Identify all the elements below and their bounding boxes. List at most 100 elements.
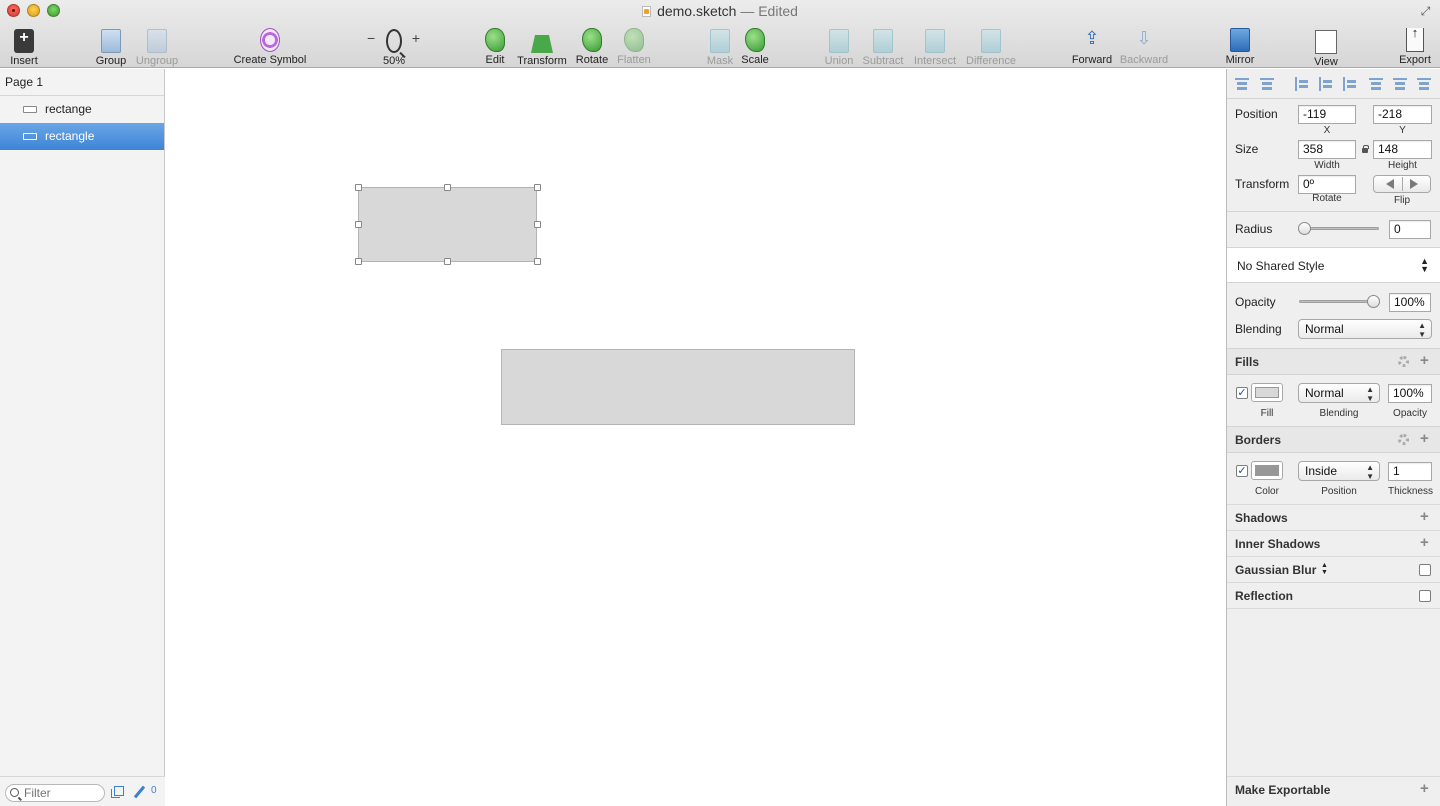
scale-button[interactable]: Scale — [740, 26, 770, 66]
union-button[interactable]: Union — [822, 26, 856, 67]
mask-button[interactable]: Mask — [704, 26, 736, 67]
add-inner-shadow-icon[interactable]: + — [1420, 535, 1429, 550]
radius-field[interactable]: 0 — [1389, 220, 1431, 239]
distribute-vertical-icon[interactable] — [1260, 77, 1274, 91]
create-symbol-button[interactable]: Create Symbol — [232, 26, 308, 66]
position-y-field[interactable]: -218 — [1373, 105, 1432, 124]
width-field[interactable]: 358 — [1298, 140, 1356, 159]
align-bottom-icon[interactable] — [1417, 77, 1431, 91]
align-right-icon[interactable] — [1343, 77, 1357, 91]
lock-icon[interactable] — [1362, 145, 1369, 153]
flip-horizontal-icon[interactable] — [1386, 179, 1394, 189]
resize-handle[interactable] — [355, 221, 362, 228]
layers-sidebar: Page 1 rectange rectangle 0 — [0, 69, 165, 806]
flatten-button[interactable]: Flatten — [614, 26, 654, 66]
resize-handle[interactable] — [444, 258, 451, 265]
border-thickness-label: Thickness — [1388, 486, 1434, 497]
transform-button[interactable]: Transform — [514, 26, 570, 67]
distribute-horizontal-icon[interactable] — [1235, 77, 1249, 91]
rotate-button[interactable]: Rotate — [574, 26, 610, 66]
gear-icon[interactable] — [1398, 434, 1409, 445]
canvas[interactable] — [165, 69, 1226, 806]
position-x-field[interactable]: -119 — [1298, 105, 1356, 124]
symbol-icon — [260, 28, 280, 52]
export-button[interactable]: ↑ Export — [1396, 26, 1434, 66]
border-thickness-field[interactable]: 1 — [1388, 462, 1432, 481]
zoom-out-button[interactable]: − — [367, 30, 375, 46]
gear-icon[interactable] — [1398, 356, 1409, 367]
add-export-icon[interactable]: + — [1420, 781, 1429, 796]
layer-item-selected[interactable]: rectangle — [0, 123, 164, 150]
magnifier-icon — [386, 29, 402, 53]
align-center-icon[interactable] — [1319, 77, 1333, 91]
border-enabled-checkbox[interactable]: ✓ — [1236, 465, 1248, 477]
width-label: Width — [1314, 160, 1340, 171]
group-button[interactable]: Group — [92, 26, 130, 67]
border-color-swatch[interactable] — [1251, 461, 1283, 480]
align-middle-icon[interactable] — [1393, 77, 1407, 91]
resize-handle[interactable] — [355, 184, 362, 191]
align-top-icon[interactable] — [1369, 77, 1383, 91]
duplicate-icon[interactable] — [111, 786, 124, 798]
send-backward-icon: ⇩ — [1136, 28, 1152, 48]
mirror-button[interactable]: Mirror — [1222, 26, 1258, 66]
scale-icon — [745, 28, 765, 52]
shared-style-selector[interactable]: No Shared Style ▲ ▼ — [1227, 247, 1440, 283]
pen-icon[interactable] — [133, 785, 146, 799]
add-fill-icon[interactable]: + — [1420, 353, 1429, 368]
view-button[interactable]: View — [1308, 26, 1344, 68]
ungroup-button[interactable]: Ungroup — [134, 26, 180, 67]
resize-handle[interactable] — [444, 184, 451, 191]
selected-rectangle[interactable] — [358, 187, 537, 262]
make-exportable-title[interactable]: Make Exportable — [1235, 783, 1330, 797]
subtract-button[interactable]: Subtract — [860, 26, 906, 67]
height-field[interactable]: 148 — [1373, 140, 1432, 159]
reflection-checkbox[interactable] — [1419, 590, 1431, 602]
chevron-updown-icon: ▲ ▼ — [1418, 321, 1426, 339]
blending-select[interactable]: Normal ▲ ▼ — [1298, 319, 1432, 339]
opacity-slider-knob[interactable] — [1367, 295, 1380, 308]
insert-button[interactable]: + Insert — [6, 26, 42, 67]
page-selector[interactable]: Page 1 — [0, 69, 164, 96]
rotate-field[interactable]: 0º — [1298, 175, 1356, 194]
transform-label: Transform — [1235, 177, 1290, 191]
fill-enabled-checkbox[interactable]: ✓ — [1236, 387, 1248, 399]
opacity-field[interactable]: 100% — [1389, 293, 1431, 312]
edit-button[interactable]: Edit — [480, 26, 510, 66]
intersect-button[interactable]: Intersect — [910, 26, 960, 67]
radius-slider-knob[interactable] — [1298, 222, 1311, 235]
size-label: Size — [1235, 142, 1259, 156]
group-icon — [101, 29, 121, 53]
add-border-icon[interactable]: + — [1420, 431, 1429, 446]
resize-handle[interactable] — [534, 221, 541, 228]
gaussian-blur-title[interactable]: Gaussian Blur — [1235, 563, 1316, 577]
opacity-slider-track[interactable] — [1299, 300, 1377, 303]
gaussian-blur-checkbox[interactable] — [1419, 564, 1431, 576]
align-left-icon[interactable] — [1295, 77, 1309, 91]
border-position-select[interactable]: Inside ▲ ▼ — [1298, 461, 1380, 481]
flip-vertical-icon[interactable] — [1410, 179, 1418, 189]
radius-slider-track[interactable] — [1299, 227, 1379, 230]
subtract-icon — [873, 29, 893, 53]
difference-button[interactable]: Difference — [964, 26, 1018, 67]
resize-handle[interactable] — [534, 184, 541, 191]
layer-item[interactable]: rectange — [0, 96, 164, 123]
flip-label: Flip — [1393, 195, 1411, 206]
resize-handle[interactable] — [534, 258, 541, 265]
reflection-title: Reflection — [1235, 589, 1294, 603]
zoom-in-button[interactable]: + — [412, 30, 420, 46]
resize-handle[interactable] — [355, 258, 362, 265]
rectangle-shape[interactable] — [501, 349, 855, 425]
chevron-updown-icon: ▲ ▼ — [1420, 256, 1429, 274]
fullscreen-icon[interactable]: ⤢ — [1419, 5, 1432, 18]
fill-blending-select[interactable]: Normal ▲ ▼ — [1298, 383, 1380, 403]
forward-button[interactable]: ⇪ Forward — [1070, 26, 1114, 66]
backward-button[interactable]: ⇩ Backward — [1118, 26, 1170, 66]
sketch-document-icon — [642, 6, 652, 17]
fill-blending-label: Blending — [1319, 408, 1359, 419]
chevron-updown-icon[interactable]: ▲ ▼ — [1321, 562, 1328, 576]
fill-color-swatch[interactable] — [1251, 383, 1283, 402]
zoom-control[interactable]: − + 50% — [364, 26, 424, 67]
add-shadow-icon[interactable]: + — [1420, 509, 1429, 524]
fill-opacity-field[interactable]: 100% — [1388, 384, 1432, 403]
